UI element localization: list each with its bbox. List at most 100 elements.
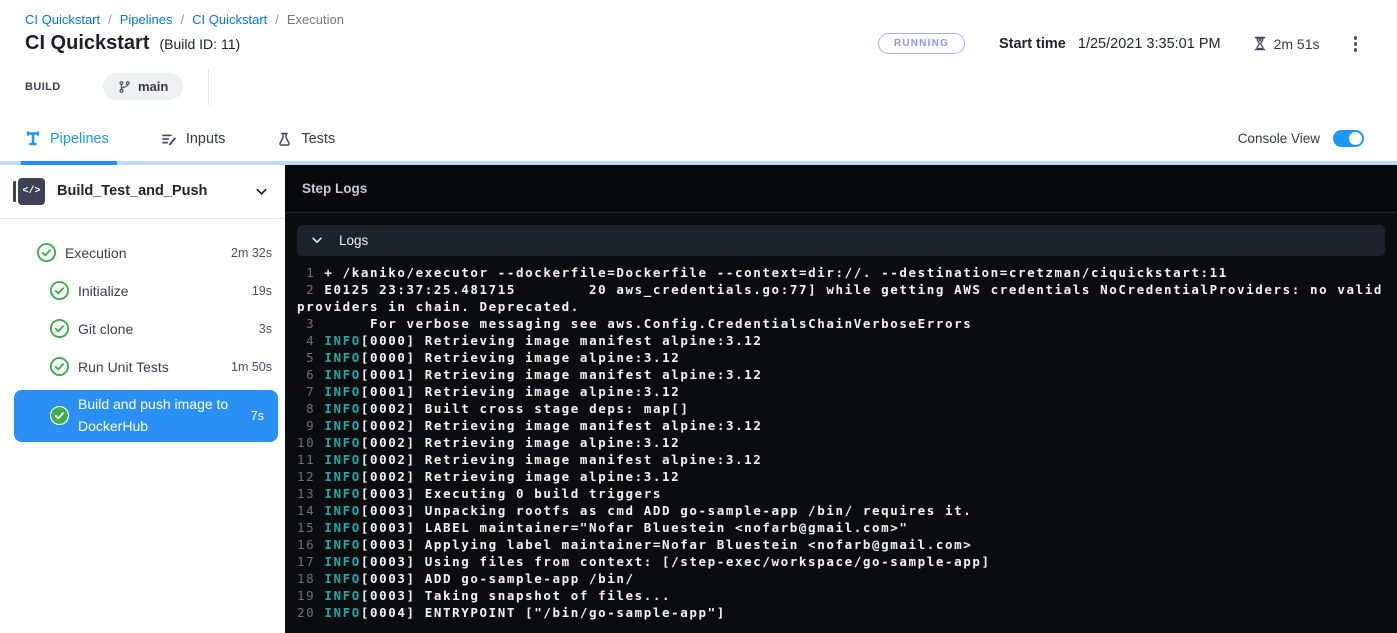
pipelines-icon <box>25 131 41 147</box>
inputs-icon <box>161 131 177 147</box>
log-line: 16 INFO[0003] Applying label maintainer=… <box>297 536 1385 553</box>
success-check-icon <box>49 356 70 377</box>
stage-name: Build_Test_and_Push <box>57 183 254 199</box>
log-line-number: 15 <box>297 520 324 535</box>
branch-tag: main <box>103 73 183 100</box>
step-label: Execution <box>65 245 126 261</box>
log-line: 2 E0125 23:37:25.481715 20 aws_credentia… <box>297 281 1385 315</box>
log-line: 13 INFO[0003] Executing 0 build triggers <box>297 485 1385 502</box>
step-label: Git clone <box>78 321 133 337</box>
log-text: [0004] ENTRYPOINT ["/bin/go-sample-app"] <box>361 605 726 620</box>
step-label: Initialize <box>78 283 129 299</box>
log-text: [0002] Retrieving image manifest alpine:… <box>361 452 763 467</box>
breadcrumb-link-project[interactable]: CI Quickstart <box>25 12 100 27</box>
log-text: [0001] Retrieving image manifest alpine:… <box>361 367 763 382</box>
log-line-number: 20 <box>297 605 324 620</box>
log-level-info: INFO <box>324 520 361 535</box>
page-title: CI Quickstart <box>25 32 149 55</box>
step-row-git-clone[interactable]: Git clone 3s <box>0 310 285 348</box>
log-level-info: INFO <box>324 452 361 467</box>
stage-header[interactable]: </> Build_Test_and_Push <box>0 165 285 218</box>
success-check-icon <box>49 280 70 301</box>
log-text: [0003] Taking snapshot of files... <box>361 588 671 603</box>
branch-name: main <box>138 79 168 94</box>
log-line-number: 14 <box>297 503 324 518</box>
success-check-icon <box>36 242 57 263</box>
log-text: [0003] Using files from context: [/step-… <box>361 554 991 569</box>
step-logs-title: Step Logs <box>285 165 1397 213</box>
title-row: CI Quickstart (Build ID: 11) RUNNING Sta… <box>0 27 1397 56</box>
step-row-build-and-push[interactable]: Build and push image to DockerHub 7s <box>14 390 278 442</box>
log-level-info: INFO <box>324 367 361 382</box>
log-line: 3 For verbose messaging see aws.Config.C… <box>297 315 1385 332</box>
tab-pipelines-label: Pipelines <box>50 131 109 147</box>
execution-meta: RUNNING Start time 1/25/2021 3:35:01 PM … <box>878 32 1377 56</box>
log-level-info: INFO <box>324 503 361 518</box>
breadcrumb-separator: / <box>108 12 112 27</box>
log-level-info: INFO <box>324 605 361 620</box>
tab-bar: Pipelines Inputs Tests Console View <box>0 117 1397 165</box>
log-line-number: 13 <box>297 486 324 501</box>
status-badge: RUNNING <box>878 33 965 54</box>
log-text: For verbose messaging see aws.Config.Cre… <box>324 316 972 331</box>
breadcrumb: CI Quickstart / Pipelines / CI Quickstar… <box>0 0 1397 27</box>
elapsed-duration: 2m 51s <box>1253 36 1320 52</box>
log-line: 8 INFO[0002] Built cross stage deps: map… <box>297 400 1385 417</box>
log-level-info: INFO <box>324 418 361 433</box>
logs-section-label: Logs <box>339 233 368 248</box>
log-text: E0125 23:37:25.481715 20 aws_credentials… <box>297 282 1392 314</box>
vertical-divider <box>208 69 209 105</box>
tab-tests[interactable]: Tests <box>277 117 335 161</box>
log-level-info: INFO <box>324 588 361 603</box>
step-row-run-unit-tests[interactable]: Run Unit Tests 1m 50s <box>0 348 285 386</box>
console-view-label: Console View <box>1238 131 1320 146</box>
log-level-info: INFO <box>324 537 361 552</box>
log-line: 15 INFO[0003] LABEL maintainer="Nofar Bl… <box>297 519 1385 536</box>
log-line-number: 3 <box>297 316 324 331</box>
log-line-number: 16 <box>297 537 324 552</box>
build-section-label: BUILD <box>25 81 103 93</box>
tests-flask-icon <box>277 131 292 147</box>
step-list: Execution 2m 32s Initialize 19s <box>0 219 285 442</box>
log-line-number: 4 <box>297 333 324 348</box>
log-text: [0003] Unpacking rootfs as cmd ADD go-sa… <box>361 503 972 518</box>
step-duration: 7s <box>251 409 264 423</box>
logs-section-header[interactable]: Logs <box>297 225 1385 256</box>
console-view-toggle[interactable] <box>1333 130 1364 147</box>
more-options-kebab-icon[interactable] <box>1348 32 1364 56</box>
tab-pipelines[interactable]: Pipelines <box>25 117 109 161</box>
log-line: 7 INFO[0001] Retrieving image alpine:3.1… <box>297 383 1385 400</box>
success-check-icon <box>49 318 70 339</box>
log-text: [0003] Executing 0 build triggers <box>361 486 662 501</box>
step-row-execution[interactable]: Execution 2m 32s <box>0 234 285 272</box>
chevron-down-icon[interactable] <box>254 184 269 199</box>
log-line-number: 19 <box>297 588 324 603</box>
log-level-info: INFO <box>324 469 361 484</box>
log-line-number: 12 <box>297 469 324 484</box>
log-level-info: INFO <box>324 384 361 399</box>
log-line-number: 6 <box>297 367 324 382</box>
breadcrumb-link-pipeline[interactable]: CI Quickstart <box>192 12 267 27</box>
log-line: 5 INFO[0000] Retrieving image alpine:3.1… <box>297 349 1385 366</box>
log-line: 14 INFO[0003] Unpacking rootfs as cmd AD… <box>297 502 1385 519</box>
breadcrumb-link-pipelines[interactable]: Pipelines <box>120 12 173 27</box>
step-row-initialize[interactable]: Initialize 19s <box>0 272 285 310</box>
step-label: Run Unit Tests <box>78 359 169 375</box>
log-level-info: INFO <box>324 401 361 416</box>
log-level-info: INFO <box>324 333 361 348</box>
log-line-number: 2 <box>297 282 324 297</box>
log-line: 18 INFO[0003] ADD go-sample-app /bin/ <box>297 570 1385 587</box>
breadcrumb-separator: / <box>181 12 185 27</box>
elapsed-value: 2m 51s <box>1274 36 1320 52</box>
log-line: 9 INFO[0002] Retrieving image manifest a… <box>297 417 1385 434</box>
tab-inputs[interactable]: Inputs <box>161 117 226 161</box>
console-view-control: Console View <box>1238 130 1397 147</box>
log-output: 1 + /kaniko/executor --dockerfile=Docker… <box>285 256 1397 621</box>
log-line: 6 INFO[0001] Retrieving image manifest a… <box>297 366 1385 383</box>
build-row: BUILD main <box>0 56 1397 117</box>
log-text: [0000] Retrieving image alpine:3.12 <box>361 350 680 365</box>
log-text: [0000] Retrieving image manifest alpine:… <box>361 333 763 348</box>
main-area: </> Build_Test_and_Push Execution 2m 32s <box>0 165 1397 633</box>
log-text: [0002] Retrieving image manifest alpine:… <box>361 418 763 433</box>
log-level-info: INFO <box>324 486 361 501</box>
